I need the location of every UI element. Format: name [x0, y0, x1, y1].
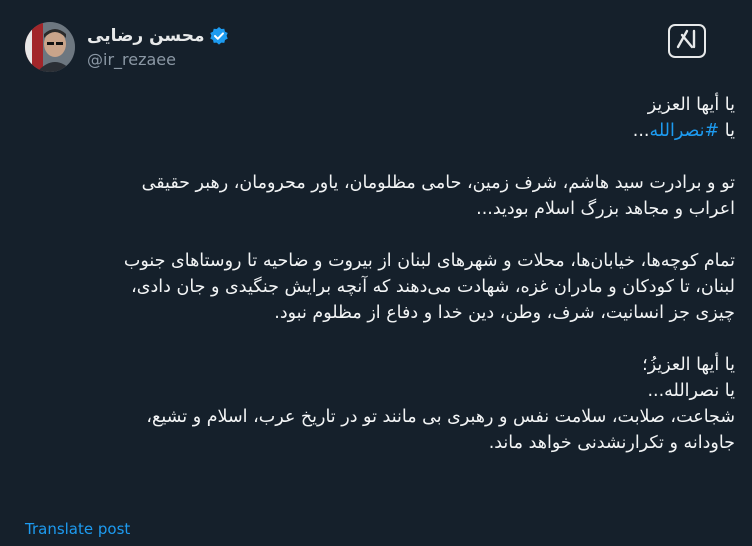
post-line: چیزی جز انسانیت، شرف، وطن، دین خدا و دفا… [274, 303, 735, 323]
post-line: جاودانه و تکرارنشدنی خواهد ماند. [488, 433, 735, 453]
grok-icon [676, 29, 698, 53]
avatar[interactable] [25, 22, 75, 72]
hashtag-link[interactable]: #نصرالله [649, 121, 719, 141]
post-line: یا أیها العزیزُ؛ [642, 355, 735, 375]
post-line: یا #نصرالله... [20, 118, 735, 144]
author-name-row[interactable]: محسن رضایی [87, 24, 229, 48]
post-card: محسن رضایی @ir_rezaee یا أیها العزیز یا … [0, 0, 752, 546]
post-line: یا نصرالله... [647, 381, 735, 401]
post-line: شجاعت، صلابت، سلامت نفس و رهبری بی مانند… [146, 407, 735, 427]
author-name[interactable]: محسن رضایی [87, 26, 204, 46]
post-line: لبنان، تا کودکان و مادران غزه، شهادت می‌… [131, 277, 735, 297]
post-line-prefix: یا [719, 121, 735, 141]
post-line: اعراب و مجاهد بزرگ اسلام بودید... [476, 199, 735, 219]
translate-post-link[interactable]: Translate post [25, 520, 130, 538]
post-text: یا أیها العزیز یا #نصرالله... تو و برادر… [20, 92, 735, 456]
post-line: یا أیها العزیز [647, 95, 735, 115]
post-line: تمام کوچه‌ها، خیابان‌ها، محلات و شهرهای … [123, 251, 735, 271]
post-line: تو و برادرت سید هاشم، شرف زمین، حامی مظل… [141, 173, 735, 193]
verified-badge-icon [209, 26, 229, 46]
post-line-suffix: ... [632, 121, 650, 141]
grok-button[interactable] [668, 24, 706, 58]
author-handle[interactable]: @ir_rezaee [87, 50, 176, 69]
